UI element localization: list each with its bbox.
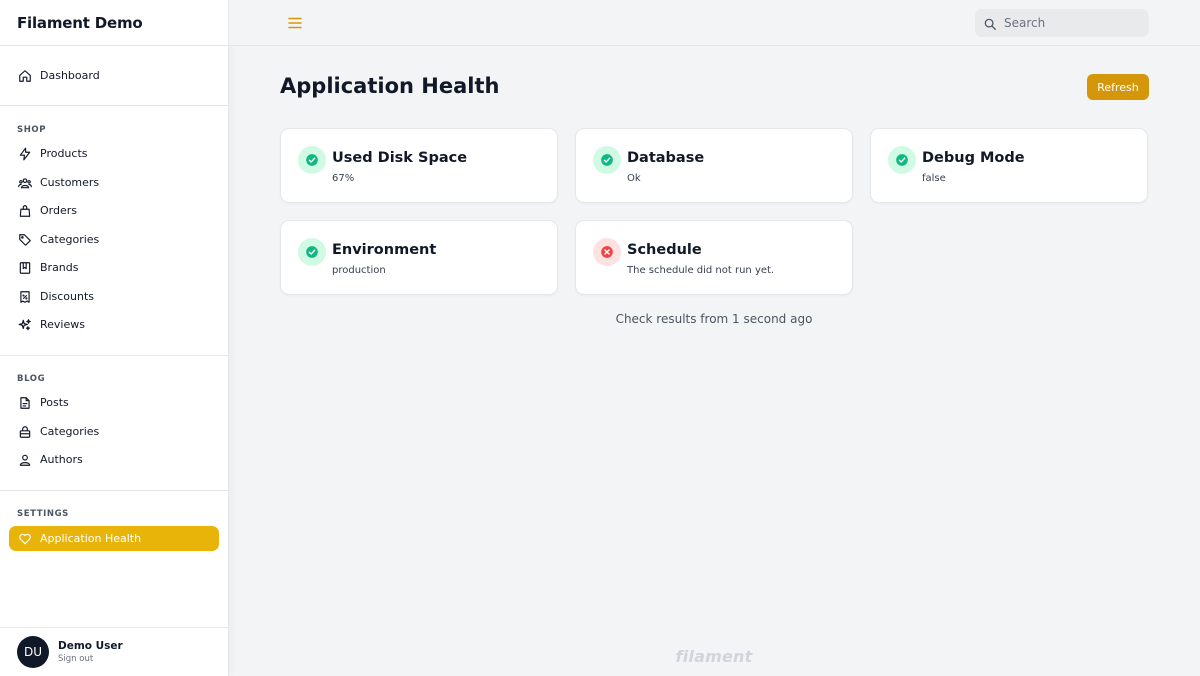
sidebar-item-label: Products <box>40 147 88 160</box>
check-title: Debug Mode <box>922 150 1025 166</box>
sidebar-item-label: Categories <box>40 425 100 438</box>
sidebar-divider <box>0 490 228 491</box>
check-value: 67% <box>332 173 355 184</box>
bolt-icon <box>17 146 32 161</box>
sidebar-item-label: Reviews <box>40 318 85 331</box>
sidebar-item-blog-categories[interactable]: Categories <box>9 419 219 444</box>
sidebar: Filament Demo Dashboard SHOP Products Cu… <box>0 0 229 676</box>
search-icon <box>983 16 997 30</box>
health-check-card: Environment production <box>280 220 558 295</box>
menu-toggle-icon[interactable] <box>286 14 304 32</box>
sign-out-link[interactable]: Sign out <box>58 654 123 664</box>
sidebar-item-products[interactable]: Products <box>9 141 219 166</box>
home-icon <box>17 68 32 83</box>
search-input[interactable] <box>1004 16 1144 30</box>
document-icon <box>17 395 32 410</box>
sidebar-item-label: Orders <box>40 204 77 217</box>
sidebar-item-reviews[interactable]: Reviews <box>9 312 219 337</box>
sidebar-item-discounts[interactable]: Discounts <box>9 284 219 309</box>
sidebar-item-label: Customers <box>40 176 100 189</box>
sparkles-icon <box>17 317 32 332</box>
check-circle-icon <box>298 238 326 266</box>
app-title[interactable]: Filament Demo <box>0 0 228 46</box>
sidebar-item-categories[interactable]: Categories <box>9 227 219 252</box>
sidebar-item-label: Posts <box>40 396 69 409</box>
check-value: production <box>332 265 386 276</box>
shopping-bag-icon <box>17 203 32 218</box>
check-title: Schedule <box>627 242 702 258</box>
sidebar-item-authors[interactable]: Authors <box>9 447 219 472</box>
sidebar-item-application-health[interactable]: Application Health <box>9 526 219 551</box>
check-circle-icon <box>298 146 326 174</box>
check-circle-icon <box>593 146 621 174</box>
sidebar-divider <box>0 105 228 106</box>
sidebar-divider <box>0 355 228 356</box>
sidebar-item-orders[interactable]: Orders <box>9 198 219 223</box>
sidebar-item-dashboard[interactable]: Dashboard <box>9 63 219 88</box>
user-menu[interactable]: DU Demo User Sign out <box>0 627 228 676</box>
search-box[interactable] <box>975 9 1149 37</box>
avatar[interactable]: DU <box>17 636 49 668</box>
users-group-icon <box>17 175 32 190</box>
x-circle-icon <box>593 238 621 266</box>
check-circle-icon <box>888 146 916 174</box>
sidebar-item-label: Authors <box>40 453 83 466</box>
heart-icon <box>17 531 32 546</box>
sidebar-item-label: Brands <box>40 261 79 274</box>
check-value: The schedule did not run yet. <box>627 265 775 276</box>
sidebar-item-label: Categories <box>40 233 100 246</box>
section-label-blog: BLOG <box>17 374 46 384</box>
receipt-icon <box>17 289 32 304</box>
check-title: Used Disk Space <box>332 150 468 166</box>
health-check-card: Used Disk Space 67% <box>280 128 558 203</box>
sidebar-item-label: Application Health <box>40 532 142 545</box>
refresh-button[interactable]: Refresh <box>1087 74 1149 100</box>
sidebar-item-posts[interactable]: Posts <box>9 390 219 415</box>
sidebar-item-label: Discounts <box>40 290 95 303</box>
check-title: Environment <box>332 242 437 258</box>
section-label-settings: SETTINGS <box>17 509 69 519</box>
topbar <box>229 0 1200 46</box>
tag-icon <box>17 232 32 247</box>
health-check-card: Schedule The schedule did not run yet. <box>575 220 853 295</box>
check-value: false <box>922 173 946 184</box>
sidebar-item-brands[interactable]: Brands <box>9 255 219 280</box>
section-label-shop: SHOP <box>17 125 47 135</box>
footer-logo: filament <box>675 647 753 666</box>
page-title: Application Health <box>280 74 500 98</box>
sidebar-item-label: Dashboard <box>40 69 100 82</box>
user-name: Demo User <box>58 640 123 652</box>
health-check-card: Debug Mode false <box>870 128 1148 203</box>
user-icon <box>17 452 32 467</box>
book-icon <box>17 260 32 275</box>
check-value: Ok <box>627 173 641 184</box>
check-title: Database <box>627 150 705 166</box>
sidebar-item-customers[interactable]: Customers <box>9 170 219 195</box>
health-check-card: Database Ok <box>575 128 853 203</box>
check-results-timestamp: Check results from 1 second ago <box>615 312 813 326</box>
lock-bag-icon <box>17 424 32 439</box>
